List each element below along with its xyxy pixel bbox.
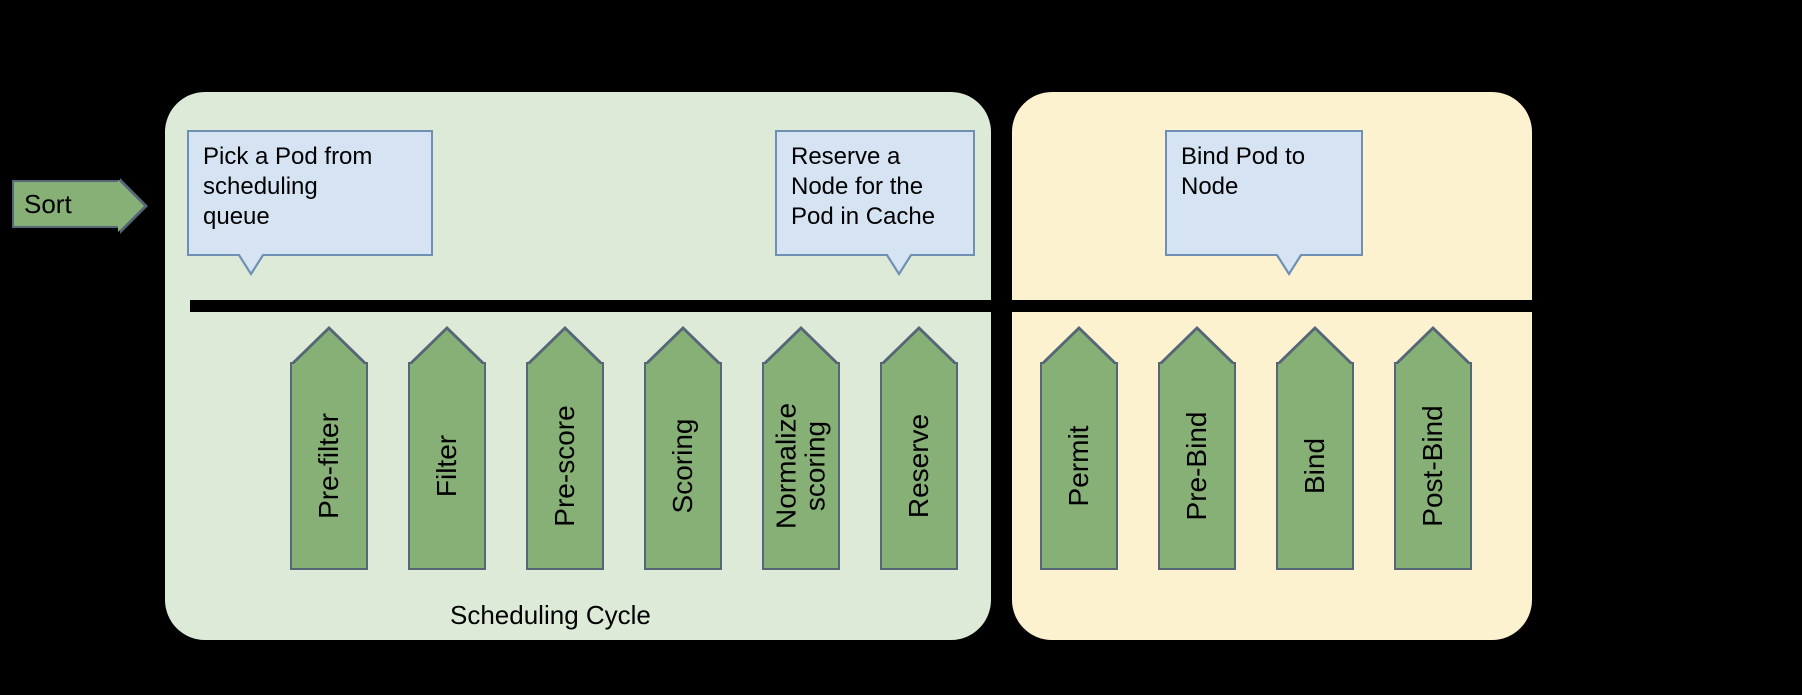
sort-label: Sort xyxy=(24,189,72,220)
stage-pre-bind: Pre-Bind xyxy=(1158,362,1236,570)
scheduling-cycle-label: Scheduling Cycle xyxy=(450,600,651,631)
stage-reserve: Reserve xyxy=(880,362,958,570)
callout-reserve-node: Reserve a Node for the Pod in Cache xyxy=(775,130,975,256)
stage-filter: Filter xyxy=(408,362,486,570)
stage-pre-filter-label: Pre-filter xyxy=(313,413,345,519)
timeline-arrow xyxy=(190,300,1760,312)
stage-normalize-label: Normalize scoring xyxy=(772,371,831,561)
stage-post-bind-label: Post-Bind xyxy=(1417,405,1449,526)
stage-scoring: Scoring xyxy=(644,362,722,570)
callout-bind-text: Bind Pod to Node xyxy=(1181,143,1305,200)
stage-bind: Bind xyxy=(1276,362,1354,570)
stage-permit-label: Permit xyxy=(1063,426,1095,507)
callout-bind-pod: Bind Pod to Node xyxy=(1165,130,1363,256)
stage-bind-label: Bind xyxy=(1299,438,1331,494)
stage-pre-bind-label: Pre-Bind xyxy=(1181,412,1213,521)
stage-post-bind: Post-Bind xyxy=(1394,362,1472,570)
stage-normalize-scoring: Normalize scoring xyxy=(762,362,840,570)
stage-filter-label: Filter xyxy=(431,435,463,497)
stage-reserve-label: Reserve xyxy=(903,414,935,518)
sort-stage: Sort xyxy=(12,180,120,228)
stage-pre-filter: Pre-filter xyxy=(290,362,368,570)
callout-reserve-text: Reserve a Node for the Pod in Cache xyxy=(791,143,935,230)
stage-permit: Permit xyxy=(1040,362,1118,570)
callout-pick-pod: Pick a Pod from scheduling queue xyxy=(187,130,433,256)
stage-pre-score: Pre-score xyxy=(526,362,604,570)
callout-pick-text: Pick a Pod from scheduling queue xyxy=(203,143,372,230)
diagram-root: Scheduling Cycle Sort Pick a Pod from sc… xyxy=(0,0,1802,695)
stage-pre-score-label: Pre-score xyxy=(549,405,581,526)
stage-scoring-label: Scoring xyxy=(667,419,699,514)
